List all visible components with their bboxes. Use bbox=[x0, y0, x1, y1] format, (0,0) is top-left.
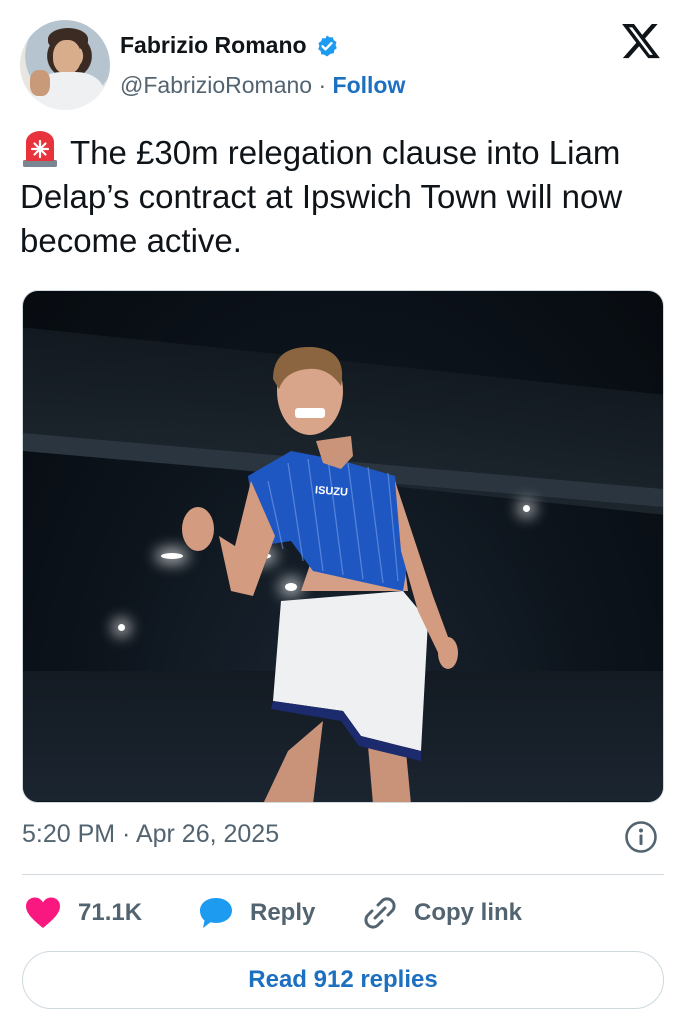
read-replies-label: Read 912 replies bbox=[248, 966, 438, 993]
author-handle-row: @FabrizioRomano · Follow bbox=[120, 72, 405, 99]
author-handle[interactable]: @FabrizioRomano bbox=[120, 72, 312, 98]
verified-badge-icon bbox=[317, 35, 337, 56]
player-celebration-photo[interactable]: ISUZU bbox=[22, 290, 664, 803]
tweet-header: Fabrizio Romano @FabrizioRomano · Follow bbox=[20, 20, 672, 110]
tweet-timestamp[interactable]: 5:20 PM · Apr 26, 2025 bbox=[22, 820, 279, 849]
read-replies-button[interactable]: Read 912 replies bbox=[22, 951, 664, 1009]
avatar[interactable] bbox=[20, 20, 110, 110]
reply-bubble-icon bbox=[200, 898, 232, 928]
rotating-light-icon bbox=[23, 131, 57, 167]
like-button[interactable]: 71.1K bbox=[24, 893, 142, 933]
like-count: 71.1K bbox=[78, 899, 143, 926]
author-name[interactable]: Fabrizio Romano bbox=[120, 32, 307, 59]
reply-button[interactable]: Reply bbox=[198, 893, 315, 933]
handle-separator: · bbox=[318, 72, 327, 98]
reply-label: Reply bbox=[250, 899, 316, 926]
player-figure: ISUZU bbox=[182, 346, 458, 802]
copy-link-button[interactable]: Copy link bbox=[362, 893, 522, 933]
divider bbox=[22, 874, 664, 875]
tweet-text: The £30m relegation clause into Liam Del… bbox=[20, 130, 672, 263]
x-logo-icon[interactable] bbox=[620, 20, 662, 62]
link-icon bbox=[364, 897, 396, 929]
tweet-body: The £30m relegation clause into Liam Del… bbox=[20, 134, 623, 259]
info-icon[interactable] bbox=[624, 820, 658, 854]
shirt-sponsor-text: ISUZU bbox=[315, 484, 349, 498]
heart-icon bbox=[26, 897, 60, 928]
author-name-row: Fabrizio Romano bbox=[120, 32, 339, 59]
follow-button[interactable]: Follow bbox=[333, 72, 406, 98]
action-bar: 71.1K Reply Copy link bbox=[22, 893, 664, 933]
copy-link-label: Copy link bbox=[414, 899, 523, 926]
